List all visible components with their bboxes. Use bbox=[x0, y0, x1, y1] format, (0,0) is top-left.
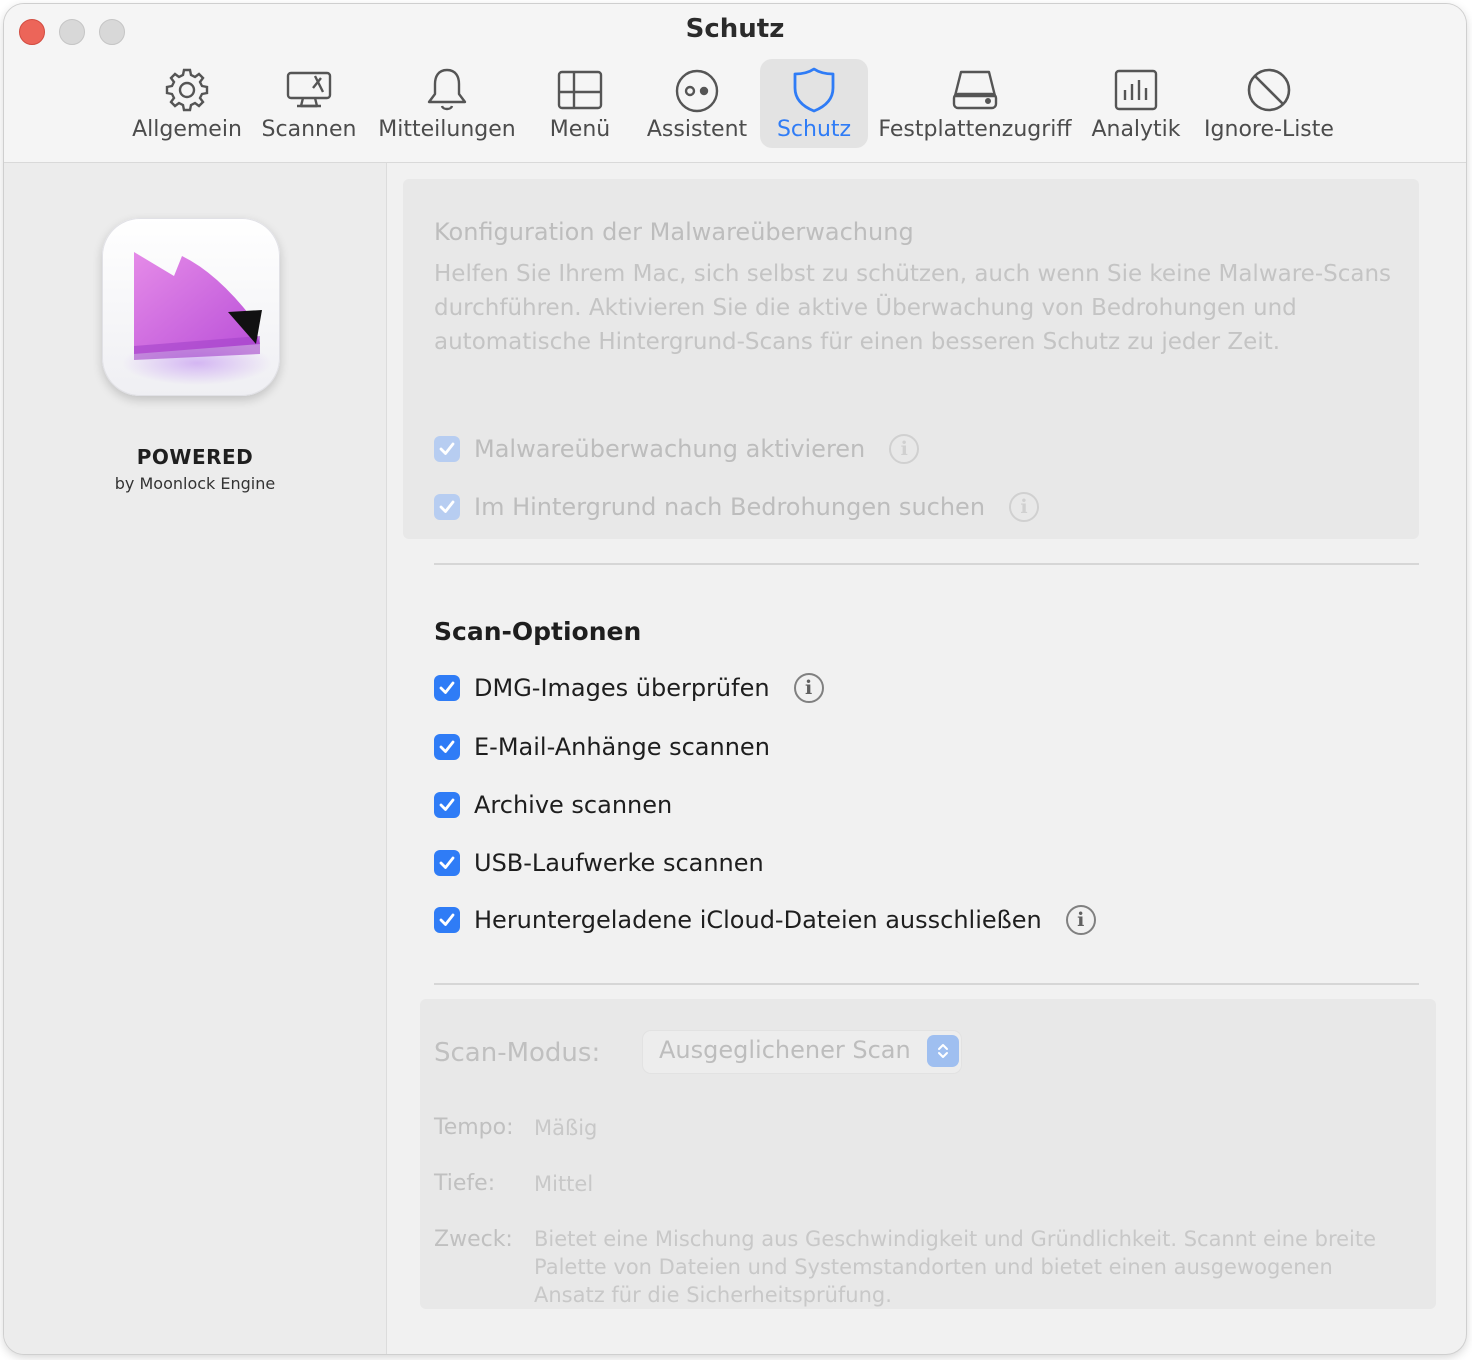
email-attachments-label: E-Mail-Anhänge scannen bbox=[474, 733, 770, 761]
option-usb-drives: USB-Laufwerke scannen bbox=[434, 849, 764, 877]
info-icon[interactable]: i bbox=[889, 434, 920, 464]
info-icon[interactable]: i bbox=[1065, 905, 1096, 935]
assistant-face-icon bbox=[675, 69, 719, 113]
preferences-window: Schutz Allgemein Scannen Mitteilungen Me… bbox=[4, 4, 1466, 1354]
monitor-scan-icon bbox=[286, 71, 332, 108]
disk-drive-icon bbox=[952, 70, 998, 110]
option-background-scan: Im Hintergrund nach Bedrohungen suchen i bbox=[434, 492, 1040, 522]
icloud-exclude-label: Heruntergeladene iCloud-Dateien ausschli… bbox=[474, 906, 1042, 934]
scan-mode-select[interactable]: Ausgeglichener Scan bbox=[643, 1031, 961, 1073]
dmg-images-checkbox[interactable] bbox=[434, 675, 460, 701]
archives-label: Archive scannen bbox=[474, 791, 673, 819]
option-email-attachments: E-Mail-Anhänge scannen bbox=[434, 733, 770, 761]
shield-icon bbox=[793, 67, 835, 113]
checkmark-icon bbox=[439, 681, 455, 694]
tab-label: Menü bbox=[549, 117, 611, 142]
usb-drives-checkbox[interactable] bbox=[434, 850, 460, 876]
tempo-value: Mäßig bbox=[534, 1116, 598, 1140]
tab-label: Mitteilungen bbox=[378, 117, 516, 142]
option-malware-monitoring: Malwareüberwachung aktivieren i bbox=[434, 434, 920, 464]
background-scan-label: Im Hintergrund nach Bedrohungen suchen bbox=[474, 493, 986, 521]
tab-schutz[interactable]: Schutz bbox=[760, 59, 868, 148]
title-bar: Schutz Allgemein Scannen Mitteilungen Me… bbox=[4, 4, 1466, 163]
tab-allgemein[interactable]: Allgemein bbox=[132, 59, 242, 148]
powered-title: POWERED bbox=[136, 445, 254, 469]
app-logo bbox=[102, 218, 280, 396]
moonlock-logo-icon bbox=[122, 252, 272, 385]
malware-monitoring-label: Malwareüberwachung aktivieren bbox=[474, 435, 866, 463]
option-icloud-exclude: Heruntergeladene iCloud-Dateien ausschli… bbox=[434, 905, 1096, 935]
gear-icon bbox=[165, 68, 209, 112]
scan-mode-value: Ausgeglichener Scan bbox=[659, 1036, 911, 1064]
divider bbox=[434, 563, 1419, 565]
malware-monitoring-checkbox[interactable] bbox=[434, 436, 460, 462]
chevron-up-down-icon bbox=[927, 1035, 959, 1067]
tab-festplattenzugriff[interactable]: Festplattenzugriff bbox=[878, 59, 1072, 148]
checkmark-icon bbox=[439, 500, 455, 513]
checkmark-icon bbox=[439, 856, 455, 869]
menu-window-icon bbox=[557, 70, 603, 110]
purpose-value: Bietet eine Mischung aus Geschwindigkeit… bbox=[534, 1227, 1377, 1307]
tab-mitteilungen[interactable]: Mitteilungen bbox=[376, 59, 518, 148]
purpose-label: Zweck: bbox=[434, 1227, 513, 1252]
icloud-exclude-checkbox[interactable] bbox=[434, 907, 460, 933]
info-icon[interactable]: i bbox=[793, 673, 824, 703]
bell-icon bbox=[427, 68, 467, 111]
scan-options-title: Scan-Optionen bbox=[434, 617, 642, 646]
tab-ignore-liste[interactable]: Ignore-Liste bbox=[1200, 59, 1338, 148]
tab-menue[interactable]: Menü bbox=[538, 59, 622, 148]
divider bbox=[434, 983, 1419, 985]
sidebar: POWERED by Moonlock Engine bbox=[4, 163, 387, 1354]
tab-label: Festplattenzugriff bbox=[878, 117, 1072, 142]
monitoring-title: Konfiguration der Malwareüberwachung bbox=[434, 218, 914, 246]
window-title: Schutz bbox=[685, 14, 785, 44]
scan-mode-label: Scan-Modus: bbox=[434, 1038, 601, 1068]
checkmark-icon bbox=[439, 798, 455, 811]
tab-label: Ignore-Liste bbox=[1204, 117, 1334, 142]
depth-value: Mittel bbox=[534, 1172, 594, 1196]
depth-label: Tiefe: bbox=[434, 1171, 496, 1196]
powered-by-text: by Moonlock Engine bbox=[114, 474, 276, 493]
option-dmg-images: DMG-Images überprüfen i bbox=[434, 673, 824, 703]
email-attachments-checkbox[interactable] bbox=[434, 734, 460, 760]
tab-label: Assistent bbox=[646, 117, 748, 142]
tab-assistent[interactable]: Assistent bbox=[642, 59, 752, 148]
main-panel: Konfiguration der Malwareüberwachung Hel… bbox=[387, 163, 1466, 1354]
tab-label: Allgemein bbox=[132, 117, 242, 142]
background-scan-checkbox[interactable] bbox=[434, 494, 460, 520]
tab-label: Schutz bbox=[776, 117, 852, 142]
tempo-label: Tempo: bbox=[434, 1115, 514, 1140]
monitoring-description: Helfen Sie Ihrem Mac, sich selbst zu sch… bbox=[434, 261, 1392, 355]
dmg-images-label: DMG-Images überprüfen bbox=[474, 674, 770, 702]
info-icon[interactable]: i bbox=[1009, 492, 1040, 522]
checkmark-icon bbox=[439, 740, 455, 753]
tab-scannen[interactable]: Scannen bbox=[260, 59, 358, 148]
option-archives: Archive scannen bbox=[434, 791, 672, 819]
checkmark-icon bbox=[439, 442, 455, 455]
chart-icon bbox=[1114, 69, 1158, 111]
prohibited-icon bbox=[1247, 68, 1291, 112]
archives-checkbox[interactable] bbox=[434, 792, 460, 818]
usb-drives-label: USB-Laufwerke scannen bbox=[474, 849, 764, 877]
tab-label: Scannen bbox=[261, 117, 357, 142]
tab-label: Analytik bbox=[1091, 117, 1181, 142]
tab-analytik[interactable]: Analytik bbox=[1090, 59, 1182, 148]
checkmark-icon bbox=[439, 913, 455, 926]
